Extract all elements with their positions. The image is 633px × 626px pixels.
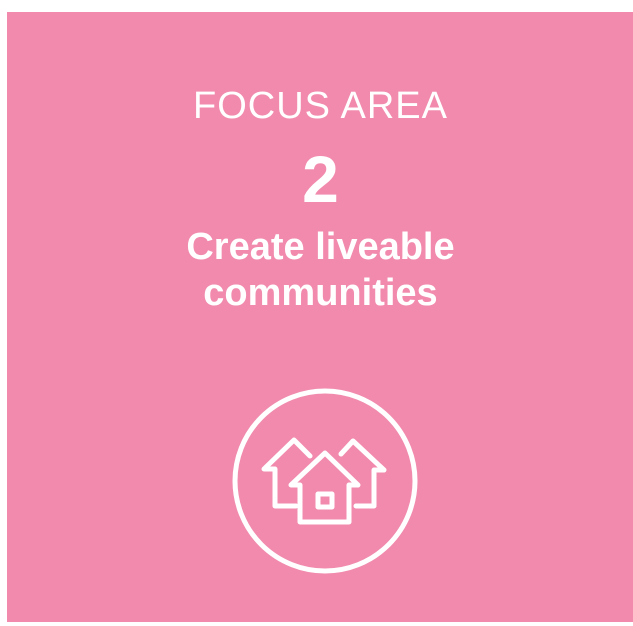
focus-area-label: FOCUS AREA [193,85,448,127]
focus-area-title: Create liveable communities [7,224,633,316]
focus-area-title-line-1: Create liveable [186,226,455,268]
focus-area-number: 2 [302,142,339,216]
focus-area-tile: FOCUS AREA 2 Create liveable communities [7,12,633,622]
houses-icon [230,386,420,576]
focus-area-title-line-2: communities [203,272,438,314]
